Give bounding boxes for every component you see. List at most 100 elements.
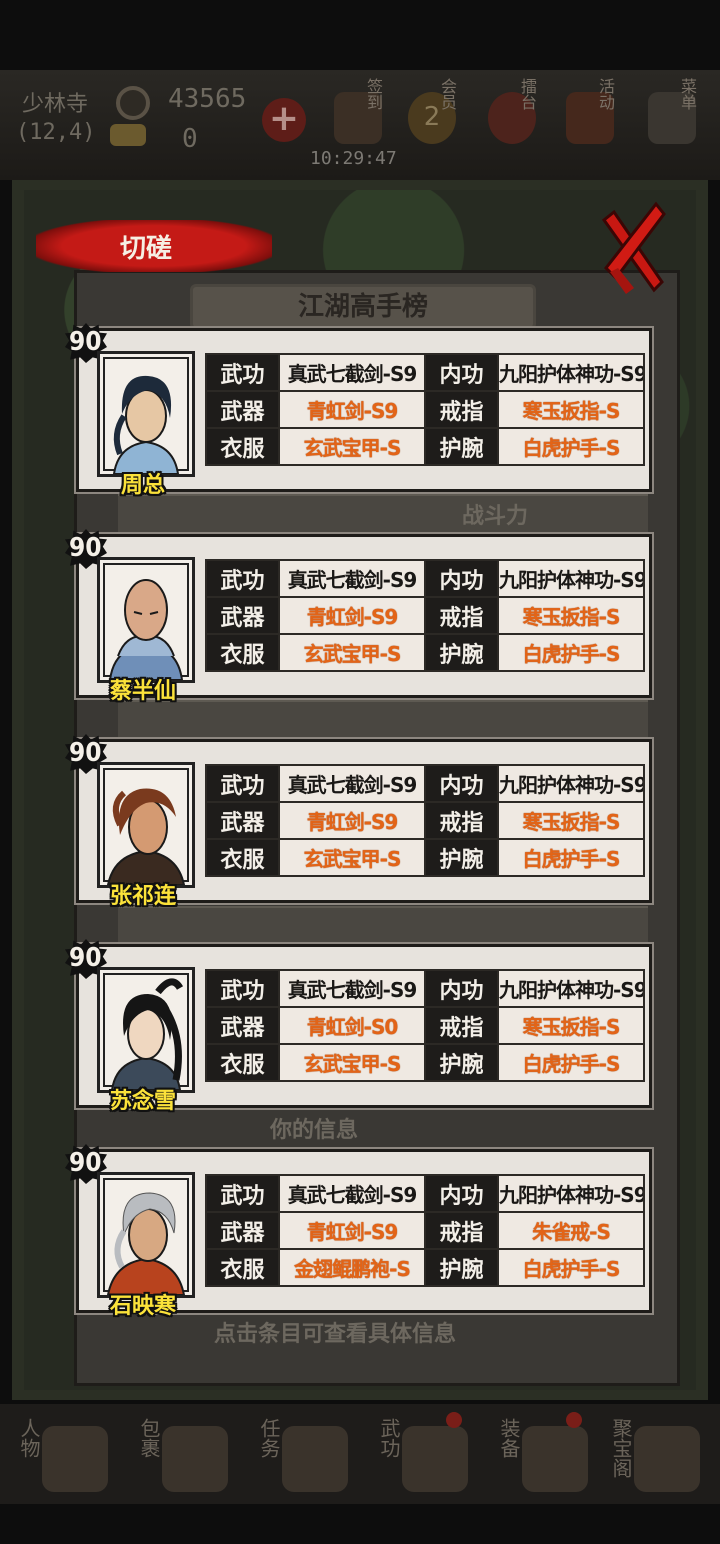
battle-power-label: 战斗力 [462, 504, 529, 529]
armor-value: 金翅鲲鹏袍-S [278, 1248, 426, 1287]
martial-value: 真武七截剑-S9 [278, 559, 426, 598]
ring-value: 寒玉扳指-S [497, 390, 645, 429]
menu-event-button[interactable]: 活动 [562, 78, 622, 150]
ring-label: 戒指 [424, 596, 499, 635]
close-button[interactable] [596, 198, 666, 308]
nav-equipment[interactable]: 装备 [494, 1418, 604, 1498]
bracer-label: 护腕 [424, 427, 499, 466]
bracer-label: 护腕 [424, 633, 499, 672]
martial-value: 真武七截剑-S9 [278, 353, 426, 392]
weapon-value: 青虹剑-S9 [278, 801, 426, 840]
menu-main-button[interactable]: 菜单 [644, 78, 704, 150]
armor-label: 衣服 [205, 427, 280, 466]
character-card[interactable]: 90 苏念雪 武功 真武七截剑-S9 内功 九阳护体神功-S9 武器 青虹剑-S… [65, 939, 652, 1114]
martial-value: 真武七截剑-S9 [278, 969, 426, 1008]
weapon-label: 武器 [205, 1211, 280, 1250]
nav-inventory[interactable]: 包裹 [134, 1418, 244, 1498]
bracer-value: 白虎护手-S [497, 838, 645, 877]
ring-label: 戒指 [424, 1211, 499, 1250]
inner-label: 内功 [424, 559, 499, 598]
recharge-button[interactable]: + [262, 98, 306, 142]
notification-dot [566, 1412, 582, 1428]
nav-quests[interactable]: 任务 [254, 1418, 364, 1498]
bracer-value: 白虎护手-S [497, 1043, 645, 1082]
bracer-label: 护腕 [424, 838, 499, 877]
tip-label: 点击条目可查看具体信息 [214, 1322, 457, 1347]
weapon-label: 武器 [205, 1006, 280, 1045]
ranking-row[interactable] [118, 906, 648, 948]
character-name: 周总 [120, 473, 165, 498]
ring-value: 寒玉扳指-S [497, 1006, 645, 1045]
gold-ingot-icon [110, 124, 146, 146]
nav-treasure[interactable]: 聚宝阁 [606, 1418, 716, 1498]
inner-value: 九阳护体神功-S9 [497, 559, 645, 598]
menu-vip-button[interactable]: 2 会员 [404, 78, 464, 150]
your-info-label: 你的信息 [270, 1118, 359, 1143]
treasure-icon [634, 1426, 700, 1492]
stats-table: 武功 真武七截剑-S9 内功 九阳护体神功-S9 武器 青虹剑-S9 戒指 寒玉… [205, 353, 645, 466]
character-card[interactable]: 90 蔡半仙 武功 真武七截剑-S9 内功 九阳护体神功-S9 武器 青虹剑-S… [65, 529, 652, 704]
portrait-image [106, 788, 186, 885]
bag-icon [162, 1426, 228, 1492]
ring-value: 寒玉扳指-S [497, 596, 645, 635]
ranking-row[interactable] [118, 494, 648, 536]
martial-value: 真武七截剑-S9 [278, 764, 426, 803]
nav-martial-arts[interactable]: 武功 [374, 1418, 484, 1498]
inner-label: 内功 [424, 764, 499, 803]
book-icon [402, 1426, 468, 1492]
weapon-label: 武器 [205, 801, 280, 840]
martial-value: 真武七截剑-S9 [278, 1174, 426, 1213]
character-name: 苏念雪 [109, 1089, 176, 1114]
ranking-row[interactable] [118, 700, 648, 742]
dialog-title: 切磋 [120, 234, 173, 264]
armor-label: 衣服 [205, 1043, 280, 1082]
ring-label: 戒指 [424, 1006, 499, 1045]
character-name: 张祁连 [109, 884, 176, 909]
armor-label: 衣服 [205, 633, 280, 672]
bracer-value: 白虎护手-S [497, 633, 645, 672]
weapon-value: 青虹剑-S0 [278, 1006, 426, 1045]
ring-label: 戒指 [424, 390, 499, 429]
character-icon [42, 1426, 108, 1492]
inner-value: 九阳护体神功-S9 [497, 353, 645, 392]
armor-value: 玄武宝甲-S [278, 1043, 426, 1082]
inner-value: 九阳护体神功-S9 [497, 1174, 645, 1213]
coin-icon [116, 86, 150, 120]
stats-table: 武功 真武七截剑-S9 内功 九阳护体神功-S9 武器 青虹剑-S9 戒指 寒玉… [205, 559, 645, 672]
ring-label: 戒指 [424, 801, 499, 840]
character-portrait [97, 762, 195, 888]
character-card[interactable]: 90 石映寒 武功 真武七截剑-S9 内功 九阳护体神功-S9 武器 青虹剑-S… [65, 1144, 652, 1319]
character-portrait [97, 1172, 195, 1298]
stats-table: 武功 真武七截剑-S9 内功 九阳护体神功-S9 武器 青虹剑-S0 戒指 寒玉… [205, 969, 645, 1082]
bracer-label: 护腕 [424, 1248, 499, 1287]
stats-table: 武功 真武七截剑-S9 内功 九阳护体神功-S9 武器 青虹剑-S9 戒指 朱雀… [205, 1174, 645, 1287]
bracer-label: 护腕 [424, 1043, 499, 1082]
bracer-value: 白虎护手-S [497, 1248, 645, 1287]
martial-label: 武功 [205, 559, 280, 598]
inner-label: 内功 [424, 969, 499, 1008]
character-card[interactable]: 90 周总 武功 真武七截剑-S9 内功 九阳护体神功-S9 武器 青虹剑-S9… [65, 323, 652, 498]
location-label: 少林寺 [22, 92, 89, 117]
weapon-label: 武器 [205, 390, 280, 429]
portrait-image [112, 375, 180, 474]
armor-icon [522, 1426, 588, 1492]
armor-value: 玄武宝甲-S [278, 838, 426, 877]
armor-value: 玄武宝甲-S [278, 427, 426, 466]
portrait-image [106, 1192, 186, 1295]
coordinates-label: (12,4) [16, 120, 96, 145]
weapon-value: 青虹剑-S9 [278, 390, 426, 429]
gold-count: 0 [182, 124, 198, 154]
martial-label: 武功 [205, 764, 280, 803]
character-card[interactable]: 90 张祁连 武功 真武七截剑-S9 内功 九阳护体神功-S9 武器 青虹剑-S… [65, 734, 652, 909]
armor-value: 玄武宝甲-S [278, 633, 426, 672]
menu-checkin-button[interactable]: 签到 [330, 78, 390, 150]
inner-value: 九阳护体神功-S9 [497, 969, 645, 1008]
character-name: 石映寒 [109, 1294, 176, 1319]
armor-label: 衣服 [205, 838, 280, 877]
menu-arena-button[interactable]: 擂台 [484, 78, 544, 150]
portrait-image [108, 579, 184, 680]
inner-label: 内功 [424, 353, 499, 392]
nav-character[interactable]: 人物 [14, 1418, 124, 1498]
game-clock: 10:29:47 [310, 148, 397, 169]
martial-label: 武功 [205, 1174, 280, 1213]
